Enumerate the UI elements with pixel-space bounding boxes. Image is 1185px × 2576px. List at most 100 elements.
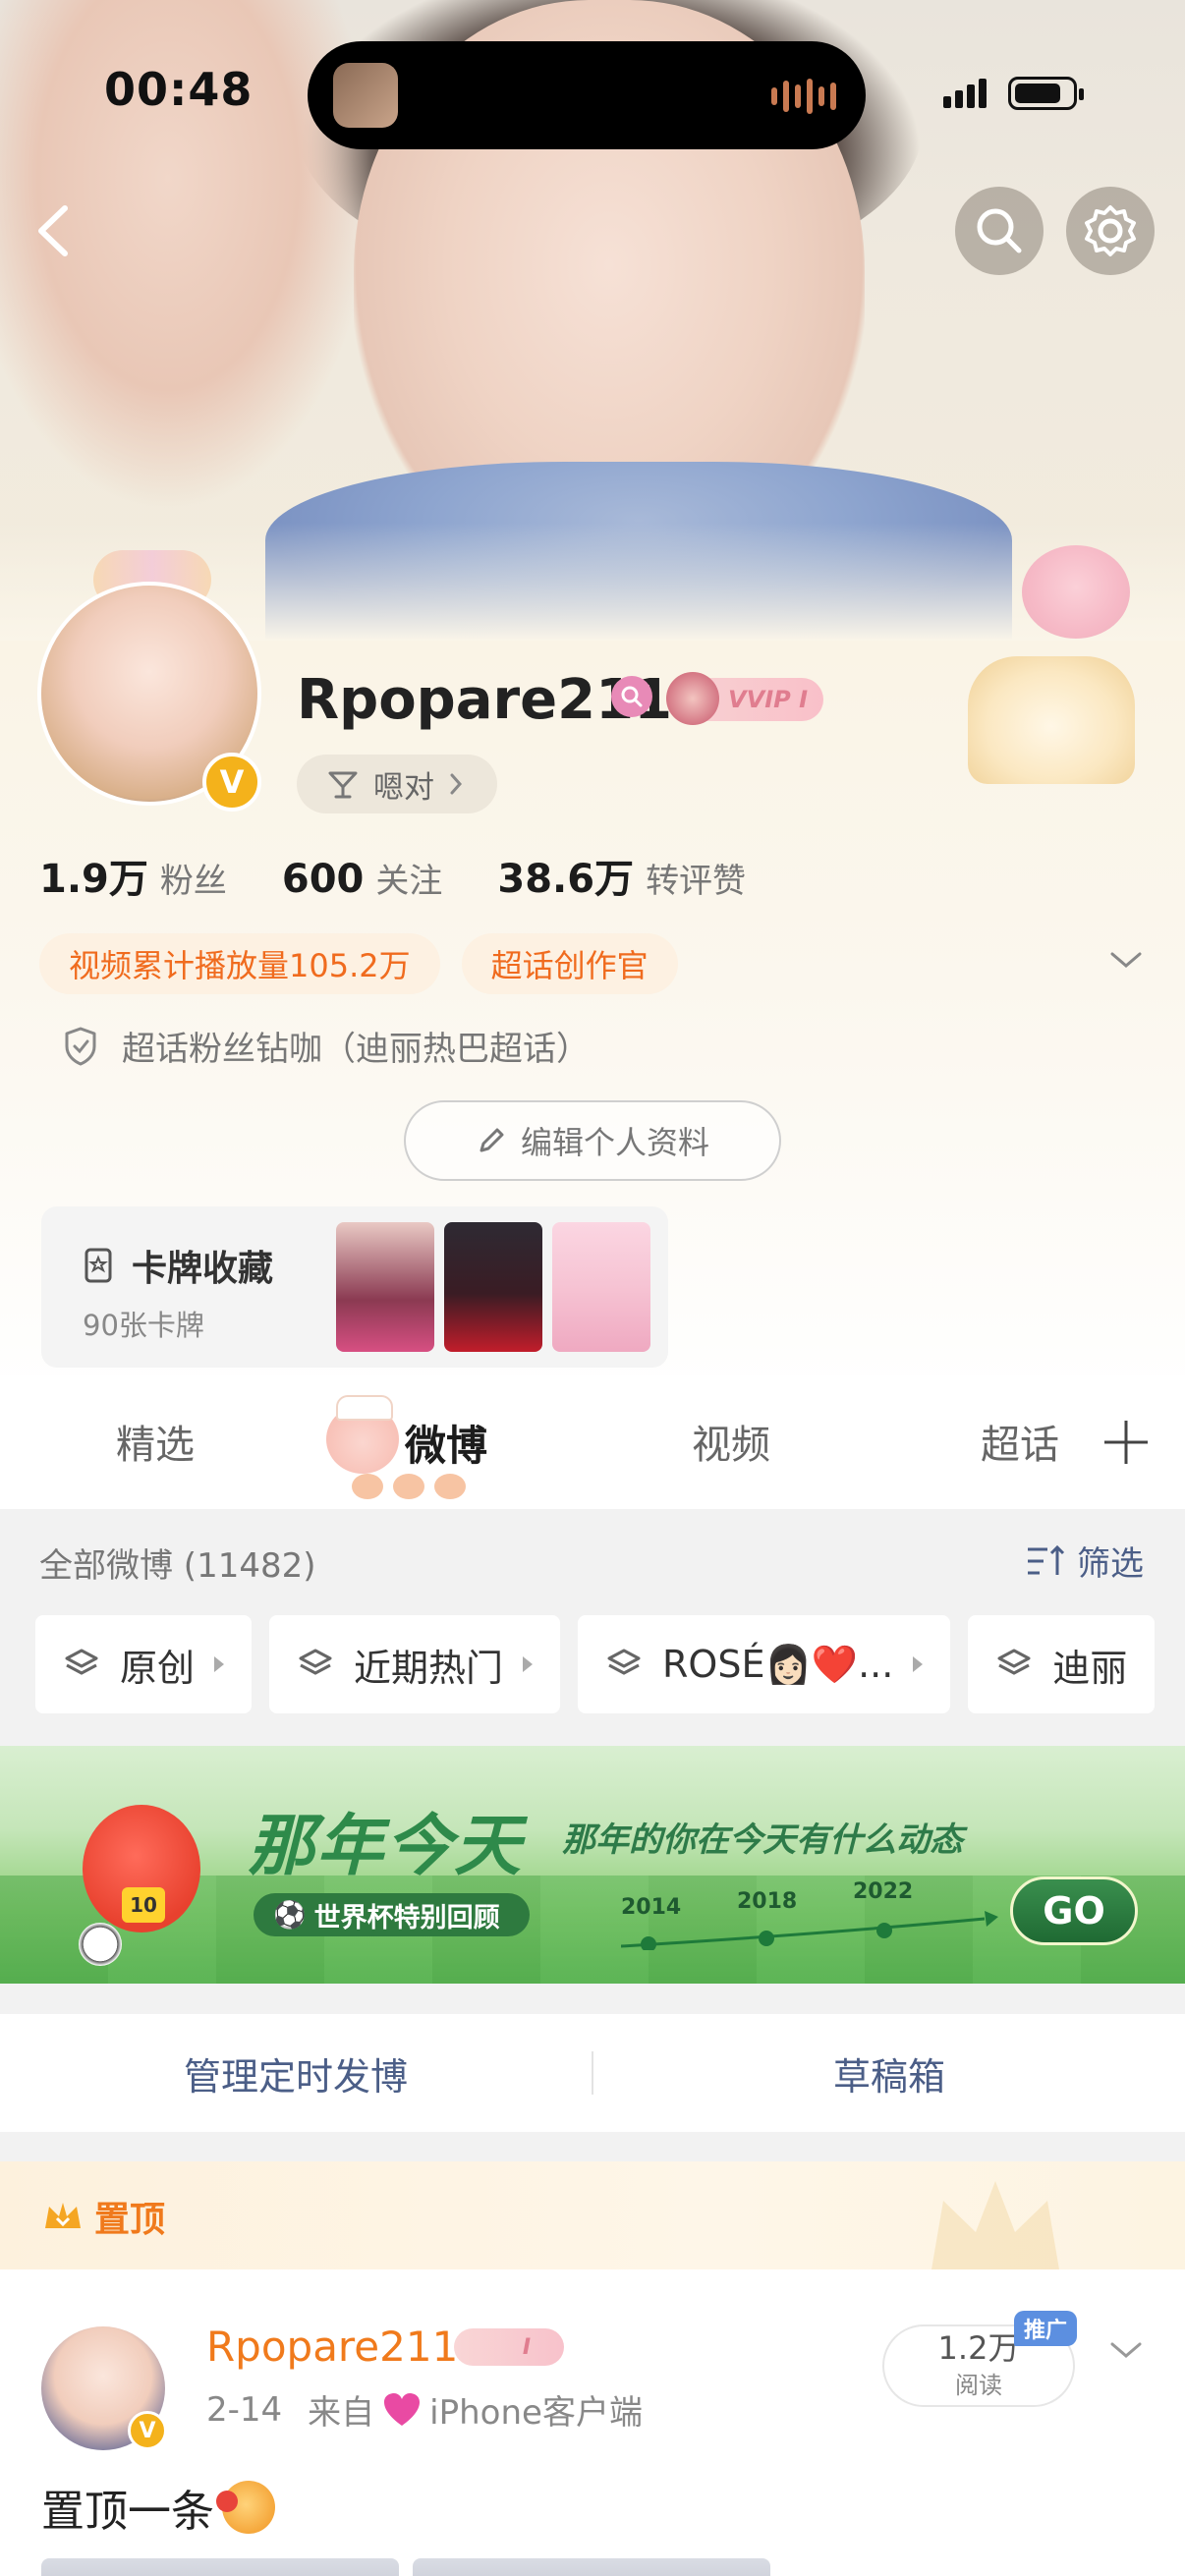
chip-arrow-icon: [913, 1656, 924, 1672]
promote-tag[interactable]: 推广: [1014, 2311, 1078, 2346]
card-count: 90张卡牌: [83, 1309, 204, 1342]
search-icon: [977, 208, 1022, 253]
post-date: 2-14: [206, 2389, 283, 2430]
drafts-button[interactable]: 草稿箱: [593, 2046, 1185, 2100]
post-text: 置顶一条: [41, 2476, 275, 2539]
vvip-label: VVIP I: [728, 686, 808, 713]
scheduled-posts-button[interactable]: 管理定时发博: [0, 2046, 592, 2100]
verified-badge: V: [202, 753, 261, 812]
post-meta: 2-14 来自 iPhone客户端: [206, 2385, 643, 2434]
search-button[interactable]: [955, 187, 1044, 275]
post-management-row: 管理定时发博 草稿箱: [0, 2014, 1185, 2132]
post-vip-badge[interactable]: I: [454, 2328, 564, 2366]
battery-icon: [1008, 77, 1084, 110]
sort-filter-icon: [1028, 1544, 1065, 1575]
chip-original[interactable]: 原创: [35, 1615, 253, 1713]
promo-go-button[interactable]: GO: [1010, 1876, 1138, 1945]
vip-avatar-icon: [666, 672, 719, 725]
stat-number: 1.9万: [39, 857, 148, 902]
card-thumbnail[interactable]: [336, 1222, 434, 1352]
fan-rank-line[interactable]: 超话粉丝钻咖（迪丽热巴超话）: [61, 1022, 590, 1070]
promo-worldcup-pill: ⚽ 世界杯特别回顾: [254, 1893, 530, 1936]
layers-icon: [997, 1649, 1031, 1675]
pinned-post[interactable]: 置顶 V Rpopare211 I 2-14 来自 iPhone客户端 1.2万…: [0, 2161, 1185, 2576]
filter-button[interactable]: 筛选: [1024, 1537, 1144, 1585]
post-body: 置顶一条: [41, 2487, 214, 2537]
stat-interactions[interactable]: 38.6万 转评赞: [497, 847, 746, 904]
tab-super-topic[interactable]: 超话: [981, 1413, 1059, 1470]
status-indicators: [943, 77, 1084, 110]
tab-mascot-icon: [326, 1395, 399, 1474]
post-source-prefix: 来自: [308, 2393, 375, 2433]
profile-tags: 视频累计播放量105.2万 超话创作官: [39, 933, 678, 994]
post-image[interactable]: [41, 2558, 399, 2576]
chip-rose[interactable]: ROSÉ👩🏻❤️...: [578, 1615, 951, 1713]
promo-year: 2022: [853, 1879, 914, 1904]
tag-super-topic-creator[interactable]: 超话创作官: [461, 933, 678, 994]
promo-headline: 那年今天: [248, 1808, 524, 1885]
post-source[interactable]: iPhone客户端: [429, 2385, 643, 2434]
card-collection-title: 卡牌收藏: [81, 1240, 273, 1291]
tab-weibo[interactable]: 微博: [405, 1413, 487, 1473]
bread-sticker: [968, 656, 1135, 784]
promo-year: 2018: [737, 1889, 798, 1914]
card-thumbnail[interactable]: [552, 1222, 650, 1352]
plus-icon: [1104, 1421, 1148, 1464]
stat-number: 38.6万: [497, 857, 635, 902]
tab-active-indicator: [352, 1474, 466, 1499]
promo-subline: 那年的你在今天有什么动态: [562, 1820, 963, 1860]
tag-video-plays[interactable]: 视频累计播放量105.2万: [39, 933, 440, 994]
pinned-header: 置顶: [0, 2161, 1185, 2269]
post-menu-button[interactable]: [1108, 2338, 1144, 2366]
chip-label: 迪丽: [1052, 1646, 1128, 1690]
settings-button[interactable]: [1066, 187, 1155, 275]
mood-status-pill[interactable]: 嗯对: [297, 755, 497, 813]
chip-label: 近期热门: [354, 1646, 504, 1690]
chip-dilireba[interactable]: 迪丽: [968, 1615, 1156, 1713]
pinned-label: 置顶: [94, 2200, 166, 2240]
soccer-ball-icon: [79, 1923, 122, 1966]
chevron-down-icon: [1110, 2342, 1142, 2358]
profile-tabs: 精选 微博 视频 超话: [0, 1375, 1185, 1509]
gear-icon: [1085, 205, 1136, 256]
layers-icon: [607, 1649, 641, 1675]
post-image[interactable]: [413, 2558, 770, 2576]
tab-video[interactable]: 视频: [692, 1413, 770, 1470]
card-thumbnail[interactable]: [444, 1222, 542, 1352]
expand-tags-button[interactable]: [1108, 948, 1144, 976]
crown-watermark-icon: [931, 2181, 1059, 2269]
stat-following[interactable]: 600 关注: [282, 854, 443, 902]
stat-followers[interactable]: 1.9万 粉丝: [39, 847, 227, 904]
layers-icon: [299, 1649, 332, 1675]
pinned-label-group: 置顶: [41, 2191, 165, 2242]
promo-banner[interactable]: 那年今天 那年的你在今天有什么动态 ⚽ 世界杯特别回顾 2014 2018 20…: [0, 1746, 1185, 1984]
post-verified-badge: V: [128, 2411, 167, 2450]
post-author-name[interactable]: Rpopare211: [206, 2323, 458, 2371]
add-tab-button[interactable]: [1099, 1415, 1154, 1474]
layers-icon: [65, 1649, 98, 1675]
card-collection[interactable]: 卡牌收藏 90张卡牌: [41, 1206, 668, 1368]
chip-arrow-icon: [523, 1656, 534, 1672]
stat-label: 转评赞: [646, 862, 747, 901]
card-collection-label: 卡牌收藏: [132, 1249, 274, 1289]
chip-arrow-icon: [214, 1656, 225, 1672]
dynamic-island[interactable]: [308, 41, 866, 149]
audio-wave-icon: [771, 79, 836, 114]
profile-stats: 1.9万 粉丝 600 关注 38.6万 转评赞: [39, 847, 801, 904]
super-topic-badge-icon[interactable]: [611, 676, 652, 717]
fan-rank-label: 超话粉丝钻咖（迪丽热巴超话）: [122, 1030, 590, 1069]
status-time: 00:48: [104, 63, 254, 116]
crown-icon: [45, 2203, 81, 2228]
back-button[interactable]: [28, 196, 86, 265]
tab-featured[interactable]: 精选: [116, 1413, 195, 1470]
chevron-down-icon: [1110, 952, 1142, 968]
edit-profile-button[interactable]: 编辑个人资料: [404, 1100, 781, 1181]
heart-face-emoji-icon: [216, 2481, 275, 2534]
cellular-signal-icon: [943, 79, 987, 108]
stat-label: 粉丝: [159, 862, 227, 901]
chip-label: ROSÉ👩🏻❤️...: [662, 1642, 894, 1686]
shield-icon: [65, 1027, 96, 1065]
vvip-badge[interactable]: VVIP I: [666, 672, 823, 725]
chip-recent-hot[interactable]: 近期热门: [269, 1615, 561, 1713]
pencil-icon: [480, 1128, 504, 1152]
